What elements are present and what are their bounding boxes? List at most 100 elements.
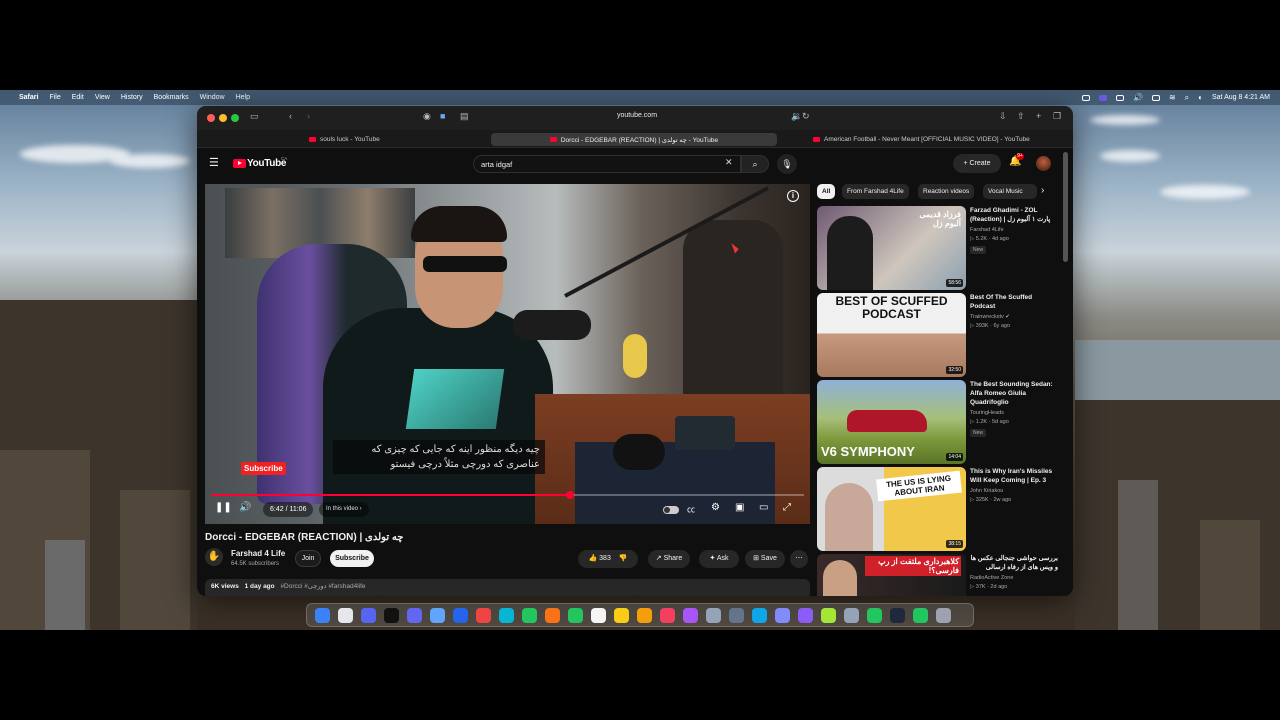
tab-american-football[interactable]: American Football - Never Meant [OFFICIA… — [813, 133, 1071, 146]
tab-dorcci-edgebar[interactable]: Dorcci - EDGEBAR (REACTION) | چه تولدی -… — [491, 133, 777, 146]
chip-all[interactable]: All — [817, 184, 836, 199]
wifi-icon[interactable]: ≋ — [1169, 93, 1176, 102]
menubar-item-history[interactable]: History — [121, 94, 143, 101]
thumbnail[interactable]: V6 SYMPHONY 14:04 — [817, 380, 966, 464]
progress-bar[interactable] — [211, 491, 804, 499]
back-arrow-icon[interactable]: ‹ — [289, 111, 292, 121]
status-icon[interactable] — [1116, 94, 1124, 101]
recommendation-item[interactable]: فرزاد قدیمی آلبوم زل 58:56 Farzad Ghadim… — [817, 206, 1057, 290]
recommendation-item[interactable]: BEST OF SCUFFED PODCAST 32:50 Best Of Th… — [817, 293, 1057, 377]
volume-icon[interactable]: 🔊 — [1133, 93, 1143, 102]
dock-app-icon[interactable] — [315, 608, 330, 623]
in-this-video-button[interactable]: In this video › — [319, 502, 369, 517]
extension-icon[interactable]: ■ — [440, 111, 445, 121]
recommendation-channel[interactable]: TouringHeads — [970, 410, 1004, 416]
dock-app-icon[interactable] — [568, 608, 583, 623]
thumbnail[interactable]: کلاهبرداری ملتفت از رپ فارسی؟! — [817, 554, 966, 596]
address-bar[interactable]: youtube.com — [507, 112, 767, 119]
control-center-icon[interactable]: ◐ — [1198, 93, 1203, 102]
captions-cc-icon[interactable]: ㏄ — [687, 504, 695, 515]
dock-app-icon[interactable] — [637, 608, 652, 623]
info-icon[interactable]: i — [787, 190, 799, 202]
autoplay-toggle[interactable] — [663, 506, 679, 514]
create-button[interactable]: + Create — [953, 154, 1001, 173]
menubar-clock[interactable]: Sat Aug 8 4:21 AM — [1212, 94, 1270, 101]
channel-avatar[interactable]: ✋ — [205, 548, 223, 566]
recommendation-item[interactable]: کلاهبرداری ملتفت از رپ فارسی؟! بررسی حوا… — [817, 554, 1058, 596]
recommendation-title[interactable]: بررسی حواشی جنجالی عکس ها و ویس های از ر… — [970, 554, 1058, 572]
search-input[interactable]: arta idgaf — [473, 155, 741, 173]
page-scrollbar[interactable] — [1063, 152, 1068, 262]
status-icon[interactable] — [1082, 94, 1090, 101]
ask-button[interactable]: ✦ Ask — [699, 550, 739, 568]
dock-app-icon[interactable] — [453, 608, 468, 623]
dock-app-icon[interactable] — [407, 608, 422, 623]
recommendation-title[interactable]: Farzad Ghadimi - ZOL (Reaction) | پارت ۱… — [970, 206, 1058, 224]
dock-app-icon[interactable] — [430, 608, 445, 623]
progress-scrubber-handle[interactable] — [565, 491, 574, 499]
subscribe-watermark[interactable]: Subscribe — [241, 462, 286, 475]
subscribe-button[interactable]: Subscribe — [330, 550, 374, 567]
sidebar-toggle-icon[interactable]: ▭ — [250, 111, 259, 122]
save-button[interactable]: ⊞ Save — [745, 550, 785, 568]
menubar-item-file[interactable]: File — [49, 94, 60, 101]
recommendation-channel[interactable]: Farshad 4Life — [970, 227, 1004, 233]
audio-playing-icon[interactable]: 🔉 — [791, 111, 802, 122]
youtube-logo-icon[interactable] — [233, 159, 246, 168]
dock-app-icon[interactable] — [752, 608, 767, 623]
minimize-window-button[interactable] — [219, 114, 227, 122]
recommendation-item[interactable]: THE US IS LYING ABOUT IRAN 38:15 This is… — [817, 467, 1057, 551]
description-box[interactable]: 6K views 1 day ago #Dorcci #دورچی #farsh… — [205, 579, 810, 596]
chips-next-icon[interactable]: › — [1041, 185, 1044, 196]
recommendation-title[interactable]: Best Of The Scuffed Podcast — [970, 293, 1058, 311]
chip-vocal-music[interactable]: Vocal Music — [983, 184, 1037, 199]
close-window-button[interactable] — [207, 114, 215, 122]
reload-icon[interactable]: ↻ — [802, 111, 810, 122]
dock-app-icon[interactable] — [591, 608, 606, 623]
dock-app-icon[interactable] — [476, 608, 491, 623]
dock-app-icon[interactable] — [729, 608, 744, 623]
dock-app-icon[interactable] — [660, 608, 675, 623]
search-icon[interactable]: ⌕ — [1185, 93, 1189, 103]
search-button[interactable]: ⌕ — [741, 155, 769, 173]
hashtags[interactable]: #Dorcci #دورچی #farshad4life — [280, 583, 365, 590]
dock-app-icon[interactable] — [499, 608, 514, 623]
recommendation-title[interactable]: This is Why Iran's Missiles Will Keep Co… — [970, 467, 1058, 485]
menubar-item-bookmarks[interactable]: Bookmarks — [154, 94, 189, 101]
settings-gear-icon[interactable]: ⚙ — [711, 502, 720, 513]
hamburger-menu-icon[interactable]: ☰ — [209, 156, 219, 169]
tab-overview-icon[interactable]: ❐ — [1053, 111, 1061, 122]
menubar-item-help[interactable]: Help — [236, 94, 250, 101]
account-avatar[interactable] — [1036, 156, 1051, 171]
chip-reaction-videos[interactable]: Reaction videos — [918, 184, 975, 199]
status-icon[interactable] — [1099, 94, 1107, 101]
theater-mode-icon[interactable]: ▭ — [759, 502, 768, 513]
dock-app-icon[interactable] — [867, 608, 882, 623]
dock-app-icon[interactable] — [522, 608, 537, 623]
dock-app-icon[interactable] — [545, 608, 560, 623]
dock-app-icon[interactable] — [338, 608, 353, 623]
menubar-item-edit[interactable]: Edit — [72, 94, 84, 101]
recommendation-item[interactable]: V6 SYMPHONY 14:04 The Best Sounding Seda… — [817, 380, 1057, 464]
recommendation-channel[interactable]: RadioActive Zone — [970, 575, 1013, 581]
dock-app-icon[interactable] — [614, 608, 629, 623]
battery-icon[interactable] — [1151, 94, 1160, 101]
clear-search-icon[interactable]: ✕ — [725, 157, 733, 168]
chip-from-channel[interactable]: From Farshad 4Life — [842, 184, 909, 199]
share-button[interactable]: ↗ Share — [648, 550, 690, 568]
dock-app-icon[interactable] — [798, 608, 813, 623]
recommendation-title[interactable]: The Best Sounding Sedan: Alfa Romeo Giul… — [970, 380, 1058, 407]
dock-app-icon[interactable] — [361, 608, 376, 623]
tab-souls-luck[interactable]: souls luck - YouTube — [309, 133, 489, 146]
dock-app-icon[interactable] — [890, 608, 905, 623]
menubar-item-view[interactable]: View — [95, 94, 110, 101]
dock-app-icon[interactable] — [775, 608, 790, 623]
menubar-item-window[interactable]: Window — [200, 94, 225, 101]
thumbs-down-icon[interactable]: 👎 — [619, 555, 628, 562]
zoom-window-button[interactable] — [231, 114, 239, 122]
dock-app-icon[interactable] — [683, 608, 698, 623]
dock-app-icon[interactable] — [913, 608, 928, 623]
more-actions-button[interactable]: ⋯ — [790, 550, 808, 568]
thumbnail[interactable]: BEST OF SCUFFED PODCAST 32:50 — [817, 293, 966, 377]
recommendation-channel[interactable]: Trainwreckstv ✔ — [970, 314, 1010, 320]
